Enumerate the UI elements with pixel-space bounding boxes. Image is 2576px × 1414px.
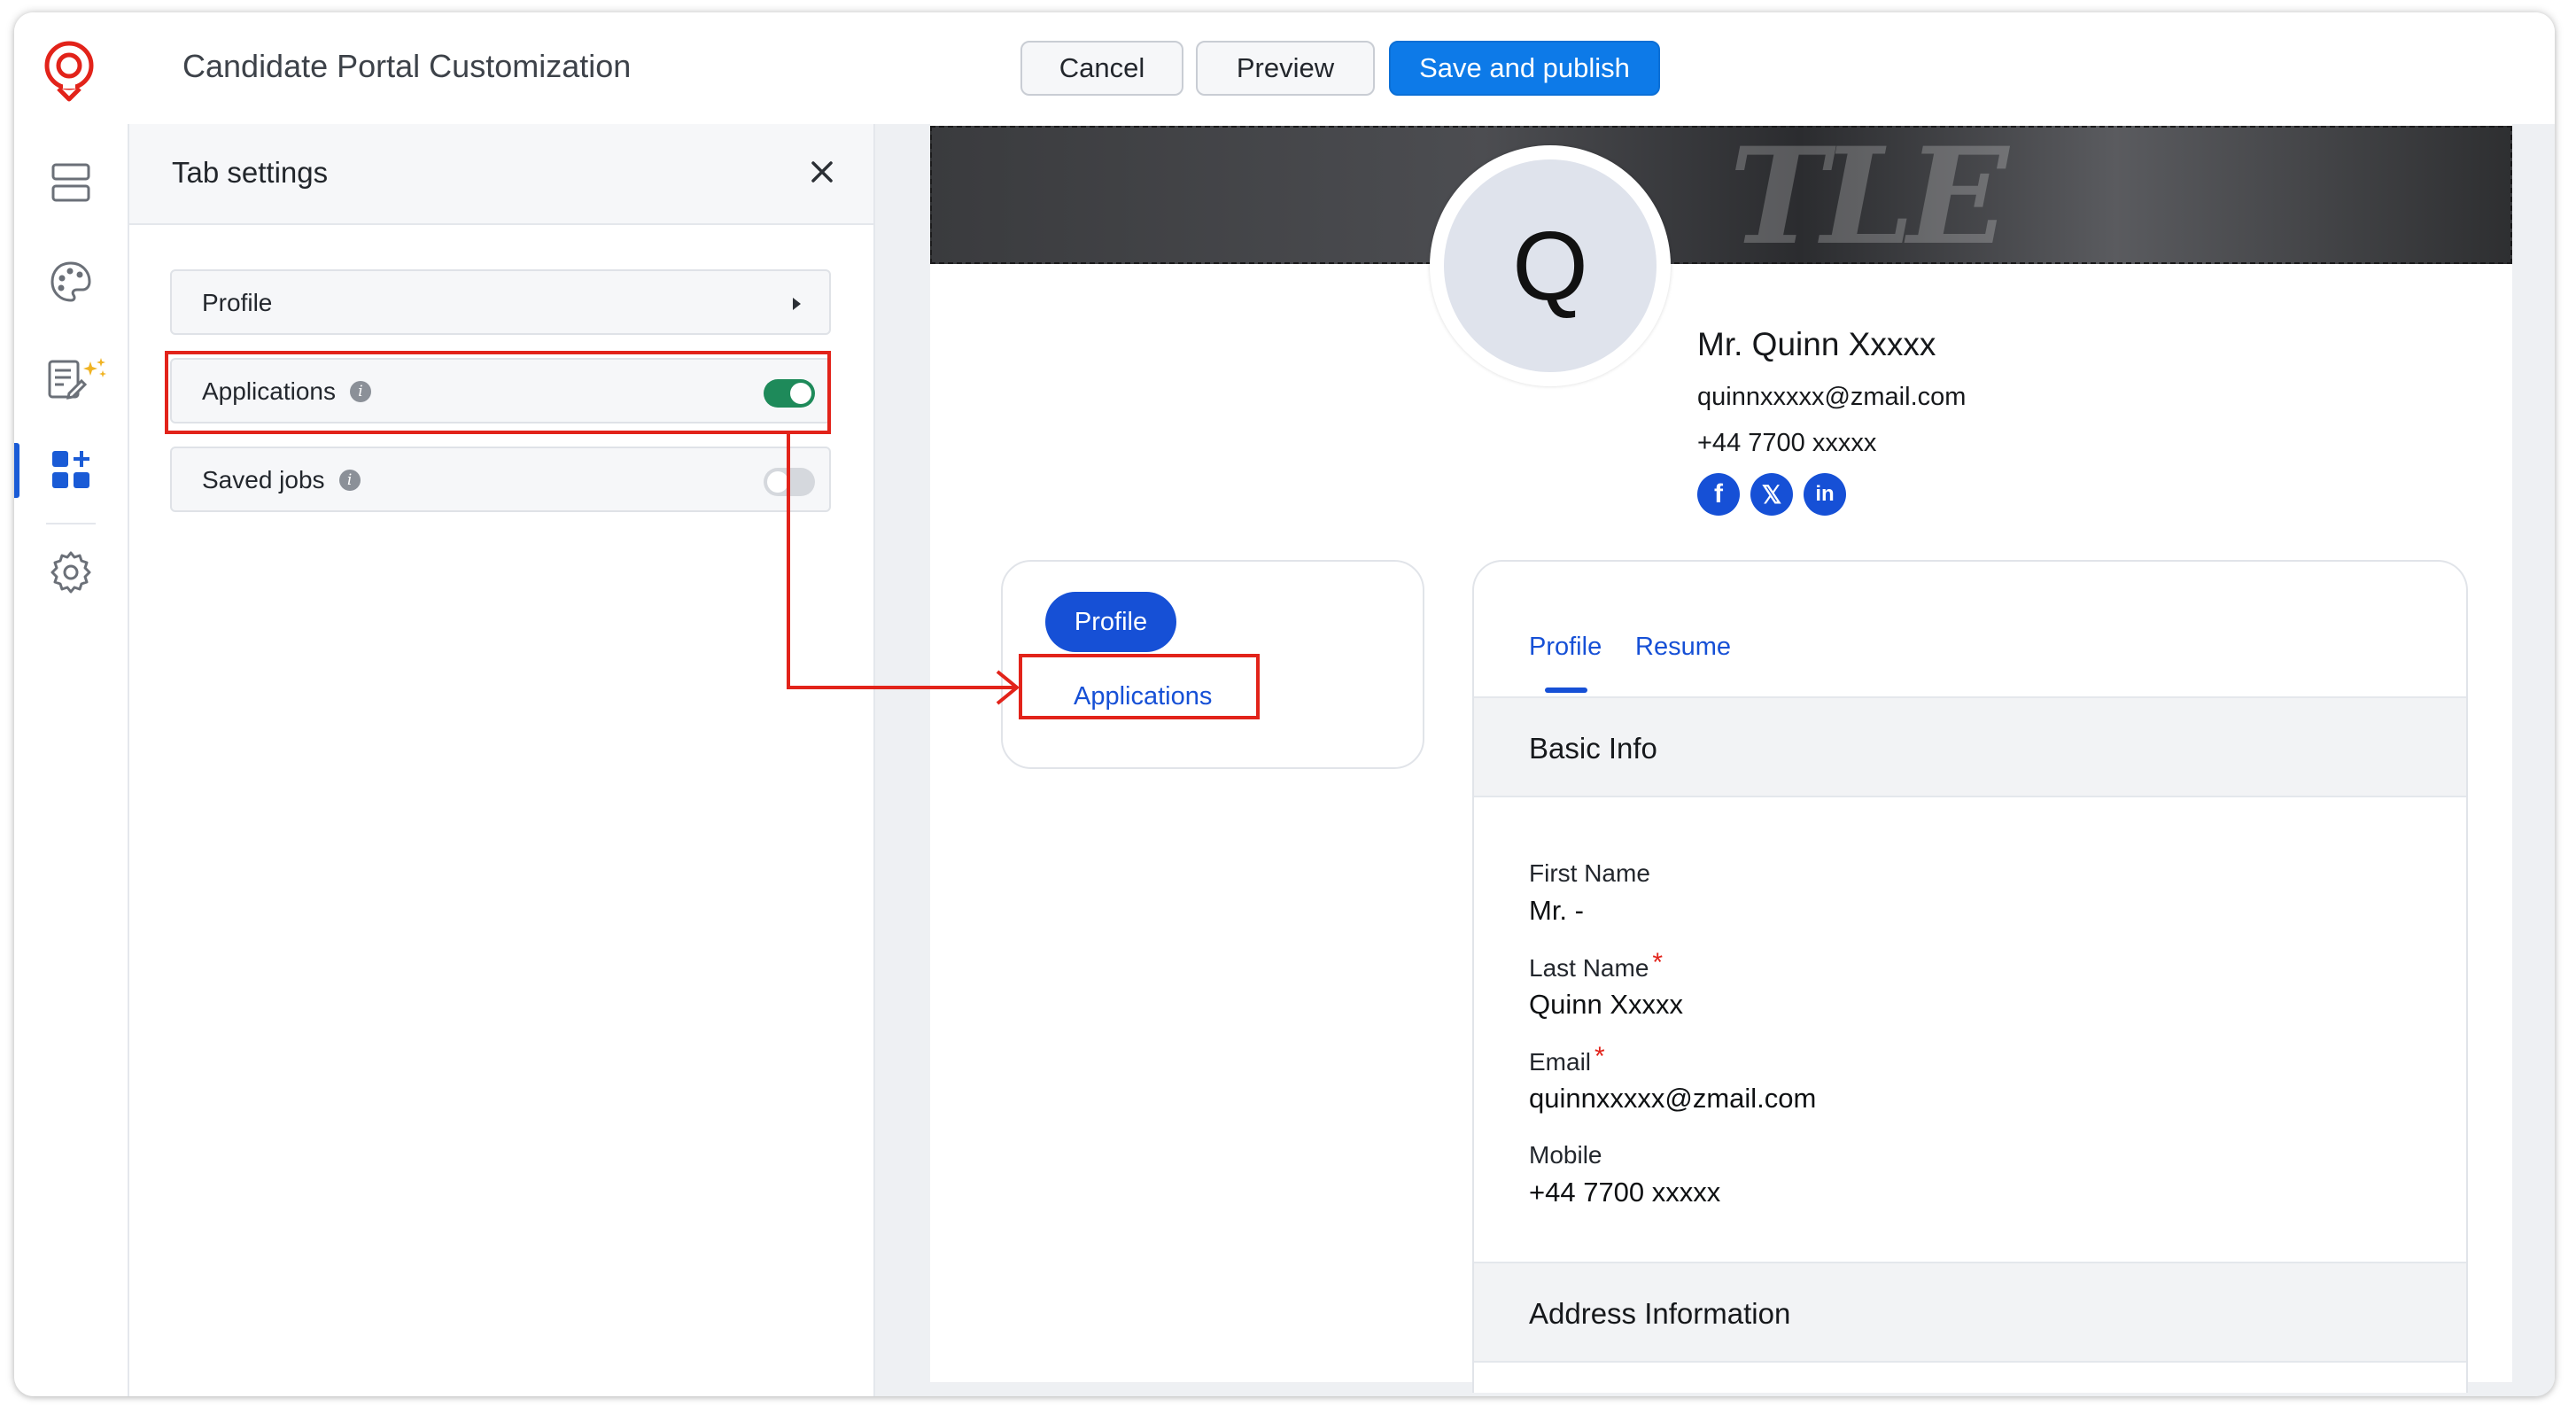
tab-row-label: Saved jobs i xyxy=(202,466,361,494)
address-info-header: Address Information xyxy=(1474,1262,2466,1363)
basic-info-header: Basic Info xyxy=(1474,696,2466,797)
palette-icon[interactable] xyxy=(48,259,94,305)
facebook-icon[interactable]: f xyxy=(1697,473,1740,516)
rail-active-indicator xyxy=(14,443,19,498)
nav-profile-tab[interactable]: Profile xyxy=(1045,592,1176,652)
section-title: Basic Info xyxy=(1529,732,1657,765)
app-window: Candidate Portal Customization Cancel Pr… xyxy=(14,12,2555,1396)
applications-highlight-box xyxy=(165,351,831,434)
brand-logo-icon xyxy=(44,41,94,102)
x-icon[interactable]: 𝕏 xyxy=(1750,473,1793,516)
layout-sections-icon[interactable] xyxy=(48,159,94,206)
avatar-initial: Q xyxy=(1444,159,1657,372)
toggle-knob xyxy=(767,471,788,493)
preview-button[interactable]: Preview xyxy=(1196,41,1375,96)
apps-grid-icon[interactable] xyxy=(48,447,94,493)
first-name-label: First Name xyxy=(1529,859,1650,887)
info-icon[interactable]: i xyxy=(338,470,361,491)
page-title: Candidate Portal Customization xyxy=(182,48,632,84)
tab-row-label: Profile xyxy=(202,289,273,316)
applications-tab-highlight-box xyxy=(1019,654,1260,719)
mobile-label: Mobile xyxy=(1529,1141,1602,1169)
candidate-email: quinnxxxxx@zmail.com xyxy=(1697,383,1967,411)
first-name-value: Mr. - xyxy=(1529,895,1584,926)
last-name-value: Quinn Xxxxx xyxy=(1529,989,1684,1020)
close-icon[interactable] xyxy=(808,158,836,186)
rail-divider xyxy=(46,523,96,524)
left-rail xyxy=(14,124,129,1396)
top-bar: Candidate Portal Customization Cancel Pr… xyxy=(14,12,2555,126)
email-label: Email * xyxy=(1529,1042,1605,1076)
settings-gear-icon[interactable] xyxy=(48,549,94,595)
candidate-phone: +44 7700 xxxxx xyxy=(1697,429,1877,457)
required-marker: * xyxy=(1652,948,1664,977)
active-tab-underline xyxy=(1545,688,1587,693)
section-title: Address Information xyxy=(1529,1297,1791,1330)
tab-row-saved-jobs[interactable]: Saved jobs i xyxy=(170,447,831,512)
tab-row-profile[interactable]: Profile xyxy=(170,269,831,335)
linkedin-icon[interactable]: in xyxy=(1804,473,1846,516)
form-ai-icon[interactable] xyxy=(44,356,115,402)
tab-resume[interactable]: Resume xyxy=(1635,633,1731,662)
avatar: Q xyxy=(1430,145,1671,386)
banner-artwork: TLE xyxy=(1729,126,2008,264)
mobile-value: +44 7700 xxxxx xyxy=(1529,1177,1721,1208)
tab-settings-panel: Tab settings Profile Applications i Saved… xyxy=(129,124,875,1396)
panel-header: Tab settings xyxy=(129,124,873,225)
caret-right-icon[interactable] xyxy=(793,298,801,310)
saved-jobs-toggle[interactable] xyxy=(764,468,815,496)
tab-profile[interactable]: Profile xyxy=(1529,633,1602,662)
last-name-label: Last Name * xyxy=(1529,948,1664,982)
required-marker: * xyxy=(1594,1042,1605,1071)
cancel-button[interactable]: Cancel xyxy=(1020,41,1183,96)
profile-banner: TLE xyxy=(930,126,2512,264)
save-and-publish-button[interactable]: Save and publish xyxy=(1389,41,1660,96)
panel-title: Tab settings xyxy=(172,156,329,189)
candidate-name: Mr. Quinn Xxxxx xyxy=(1697,326,1936,362)
email-value: quinnxxxxx@zmail.com xyxy=(1529,1083,1817,1114)
